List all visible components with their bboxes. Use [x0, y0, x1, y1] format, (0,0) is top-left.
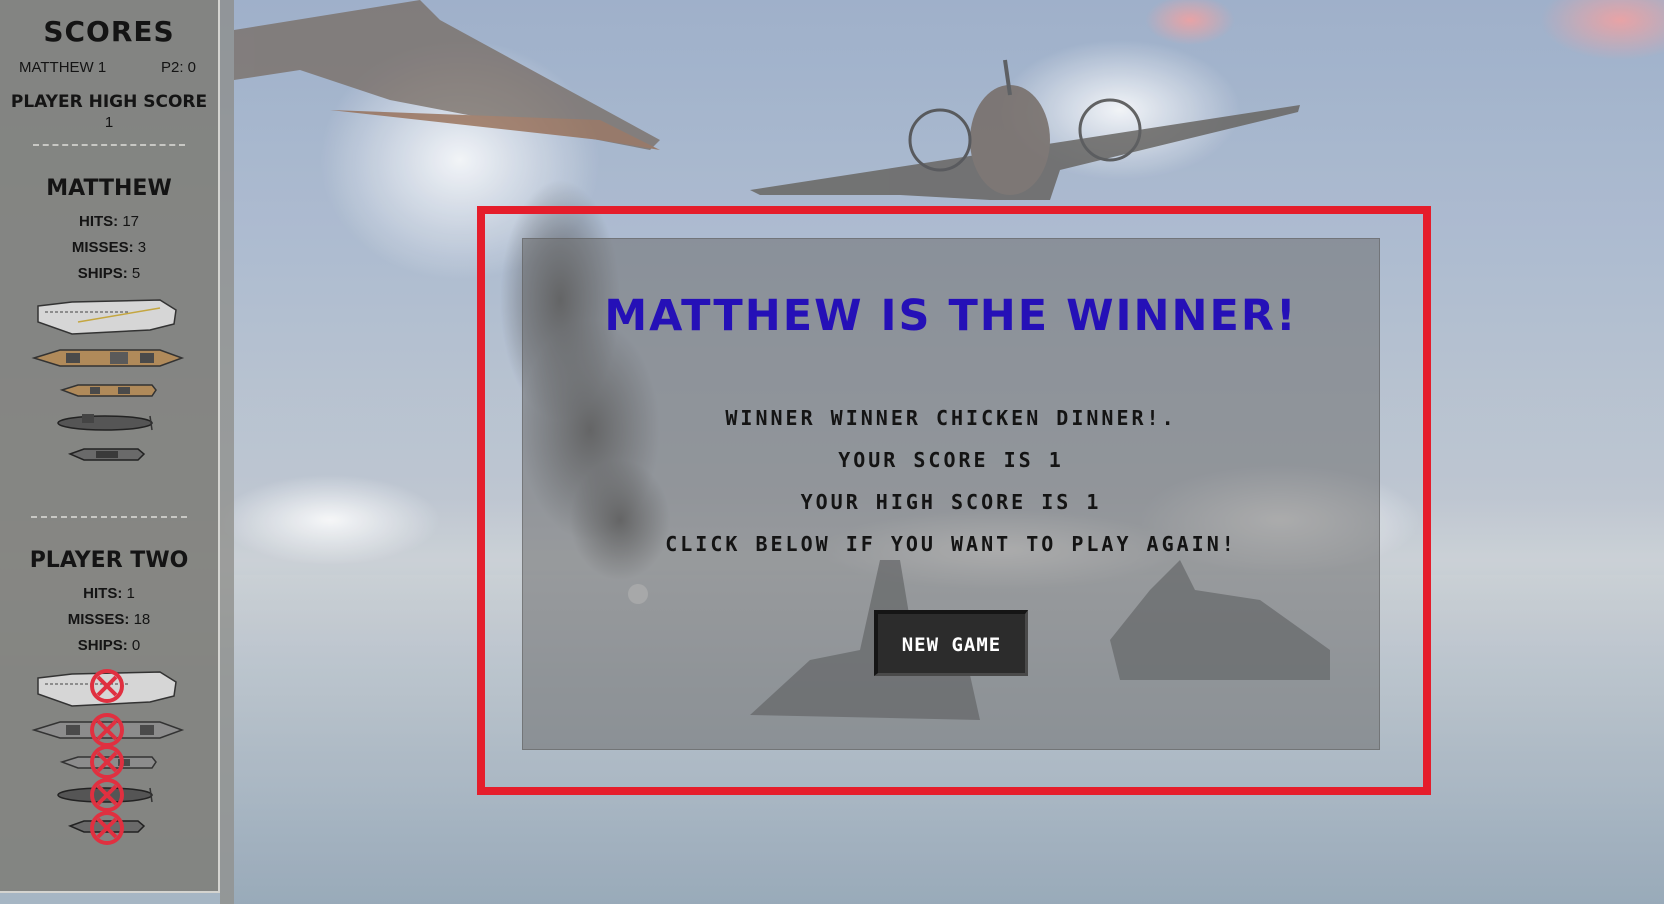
player2-ships: SHIPS: 0: [77, 637, 141, 654]
winner-title: MATTHEW IS THE WINNER!: [604, 291, 1298, 341]
player2-fleet: [0, 662, 220, 848]
new-game-button[interactable]: NEW GAME: [873, 610, 1029, 676]
carrier-icon: [37, 299, 177, 335]
winner-message: WINNER WINNER CHICKEN DINNER!. YOUR SCOR…: [523, 397, 1379, 565]
winner-modal: MATTHEW IS THE WINNER! WINNER WINNER CHI…: [522, 238, 1380, 750]
message-line: YOUR SCORE IS 1: [838, 448, 1064, 472]
submarine-icon: [57, 414, 153, 431]
destroyer-icon: [59, 384, 157, 397]
player2-score: P2: 0: [160, 59, 196, 76]
high-score-value: 1: [104, 114, 114, 131]
score-row: MATTHEW 1 P2: 0: [0, 59, 218, 76]
message-line: WINNER WINNER CHICKEN DINNER!.: [725, 406, 1177, 430]
player1-hits: HITS: 17: [78, 213, 140, 230]
message-line: YOUR HIGH SCORE IS 1: [800, 490, 1102, 514]
player1-ships: SHIPS: 5: [77, 265, 141, 282]
scores-heading: SCORES: [43, 15, 175, 48]
divider: [33, 144, 185, 146]
player1-score: MATTHEW 1: [19, 59, 107, 76]
player1-fleet: [0, 290, 220, 476]
patrol-boat-icon: [67, 448, 146, 461]
player2-hits: HITS: 1: [83, 585, 135, 602]
battleship-icon: [31, 349, 185, 367]
scoreboard-sidebar: SCORES MATTHEW 1 P2: 0 PLAYER HIGH SCORE…: [0, 0, 220, 893]
sidebar-edge: [220, 0, 234, 904]
high-score-heading: PLAYER HIGH SCORE: [10, 92, 208, 112]
player1-misses: MISSES: 3: [71, 239, 147, 256]
message-line: CLICK BELOW IF YOU WANT TO PLAY AGAIN!: [665, 532, 1237, 556]
player1-name: MATTHEW: [46, 176, 172, 201]
player2-name: PLAYER TWO: [29, 548, 189, 573]
game-over-screen: SCORES MATTHEW 1 P2: 0 PLAYER HIGH SCORE…: [0, 0, 1664, 904]
divider: [31, 516, 187, 518]
player2-misses: MISSES: 18: [67, 611, 151, 628]
